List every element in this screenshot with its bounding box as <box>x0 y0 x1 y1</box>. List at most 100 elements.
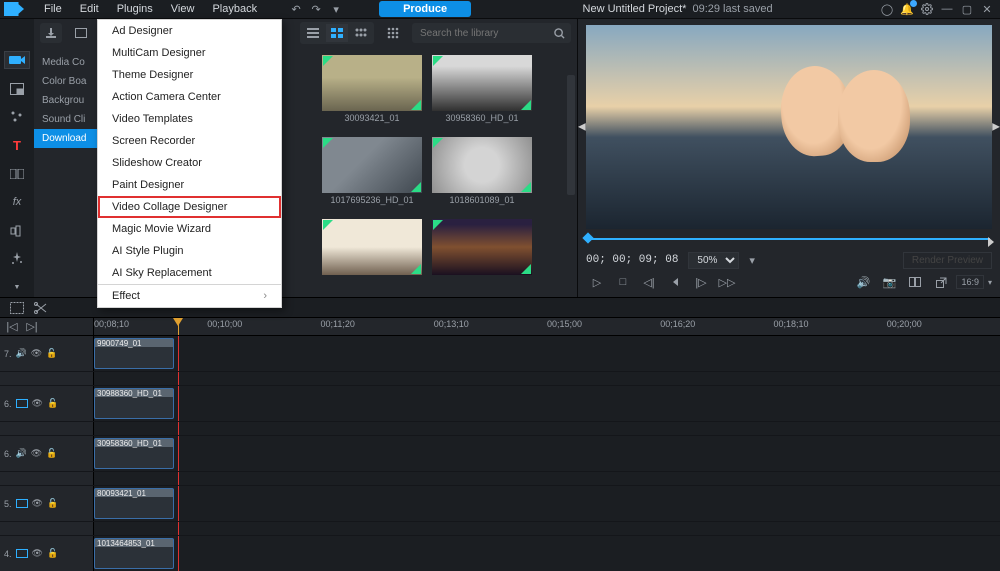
room-media-icon[interactable] <box>4 51 30 69</box>
timeline-go-end-icon[interactable]: ▷| <box>24 320 40 334</box>
render-preview-button[interactable]: Render Preview <box>903 252 992 269</box>
dropdown-icon[interactable]: ▾ <box>327 1 345 17</box>
notification-icon[interactable]: 🔔 <box>898 1 916 17</box>
room-transition-icon[interactable] <box>4 165 30 183</box>
produce-button[interactable]: Produce <box>379 1 471 17</box>
lock-icon[interactable]: 🔓 <box>47 548 58 559</box>
menu-plugins[interactable]: Plugins <box>109 0 161 18</box>
preview-prev-icon[interactable]: ◀ <box>578 122 586 133</box>
plugins-menu-item[interactable]: Video Templates <box>98 108 281 130</box>
lock-icon[interactable]: 🔓 <box>46 348 57 359</box>
search-input[interactable] <box>418 27 554 40</box>
filter-button[interactable] <box>382 23 404 43</box>
visibility-icon[interactable]: 👁 <box>32 398 43 409</box>
room-pip-icon[interactable] <box>4 79 30 97</box>
settings-icon[interactable] <box>918 1 936 17</box>
media-thumbnail[interactable] <box>432 219 532 277</box>
track-lane[interactable]: 30988360_HD_01 <box>94 386 1000 421</box>
track-header[interactable]: 4.👁🔓 <box>0 536 94 571</box>
room-audio-icon[interactable] <box>4 222 30 240</box>
plugins-menu-item[interactable]: Action Camera Center <box>98 86 281 108</box>
room-voice-icon[interactable] <box>4 250 30 268</box>
timeline-clip[interactable]: 80093421_01 <box>94 488 174 519</box>
menu-view[interactable]: View <box>163 0 203 18</box>
preview-next-icon[interactable]: ▶ <box>992 122 1000 133</box>
aspect-ratio-display[interactable]: 16:9 <box>956 275 984 289</box>
media-thumbnail[interactable]: 30093421_01 <box>322 55 422 123</box>
media-thumbnail[interactable]: 30958360_HD_01 <box>432 55 532 123</box>
media-thumbnail[interactable]: 1018601089_01 <box>432 137 532 205</box>
track-header[interactable]: 7.🔊👁🔓 <box>0 336 94 371</box>
track-lane[interactable]: 1013464853_01 <box>94 536 1000 571</box>
track-header[interactable]: 6.🔊👁🔓 <box>0 436 94 471</box>
room-more-icon[interactable]: ▼ <box>4 279 30 297</box>
media-thumbnail[interactable]: 1017695236_HD_01 <box>322 137 422 205</box>
plugins-menu-item[interactable]: Ad Designer <box>98 20 281 42</box>
plugins-menu-item[interactable]: AI Sky Replacement <box>98 262 281 284</box>
view-list-icon[interactable] <box>302 24 324 42</box>
tool-cut-icon[interactable] <box>34 302 48 314</box>
timeline-clip[interactable]: 9900749_01 <box>94 338 174 369</box>
visibility-icon[interactable]: 👁 <box>31 348 42 359</box>
prev-frame-button[interactable]: ◁| <box>638 273 660 291</box>
room-title-icon[interactable]: T <box>4 136 30 154</box>
stop-button[interactable]: □ <box>612 273 634 291</box>
plugins-menu-item[interactable]: Effect› <box>98 284 281 307</box>
plugins-menu-item[interactable]: Paint Designer <box>98 174 281 196</box>
plugins-menu-item[interactable]: AI Style Plugin <box>98 240 281 262</box>
view-detail-icon[interactable] <box>350 24 372 42</box>
menu-file[interactable]: File <box>36 0 70 18</box>
visibility-icon[interactable]: 👁 <box>32 498 43 509</box>
plugins-menu-item[interactable]: Screen Recorder <box>98 130 281 152</box>
plugins-menu-item[interactable]: MultiCam Designer <box>98 42 281 64</box>
account-icon[interactable]: ◯ <box>878 1 896 17</box>
room-particle-icon[interactable] <box>4 108 30 126</box>
preview-viewport[interactable]: ◀ ▶ <box>586 25 992 229</box>
snapshot-icon[interactable]: 📷 <box>878 273 900 291</box>
plugins-menu-item[interactable]: Slideshow Creator <box>98 152 281 174</box>
redo-icon[interactable]: ↷ <box>307 1 325 17</box>
zoom-select[interactable]: 50% <box>688 252 739 269</box>
import-button[interactable] <box>40 23 62 43</box>
fast-fwd-button[interactable]: ▷▷ <box>716 273 738 291</box>
timeline-clip[interactable]: 30958360_HD_01 <box>94 438 174 469</box>
step-back-button[interactable] <box>664 273 686 291</box>
track-lane[interactable]: 9900749_01 <box>94 336 1000 371</box>
preview-scrubber[interactable] <box>588 233 990 245</box>
next-frame-button[interactable]: |▷ <box>690 273 712 291</box>
visibility-icon[interactable]: 👁 <box>32 548 43 559</box>
plugins-menu-item[interactable]: Magic Movie Wizard <box>98 218 281 240</box>
play-button[interactable]: ▷ <box>586 273 608 291</box>
timeline-go-start-icon[interactable]: |◁ <box>4 320 20 334</box>
plugins-menu-item[interactable]: Theme Designer <box>98 64 281 86</box>
plugins-menu-item[interactable]: Video Collage Designer <box>98 196 281 218</box>
visibility-icon[interactable]: 👁 <box>31 448 42 459</box>
lock-icon[interactable]: 🔓 <box>47 498 58 509</box>
lock-icon[interactable]: 🔓 <box>47 398 58 409</box>
minimize-icon[interactable]: — <box>938 1 956 17</box>
popout-icon[interactable] <box>930 273 952 291</box>
lock-icon[interactable]: 🔓 <box>46 448 57 459</box>
undo-icon[interactable]: ↶ <box>287 1 305 17</box>
timeline-clip[interactable]: 30988360_HD_01 <box>94 388 174 419</box>
track-lane[interactable]: 30958360_HD_01 <box>94 436 1000 471</box>
close-icon[interactable]: ✕ <box>978 1 996 17</box>
dual-preview-icon[interactable] <box>904 273 926 291</box>
library-scrollbar[interactable] <box>566 75 576 295</box>
menu-edit[interactable]: Edit <box>72 0 107 18</box>
maximize-icon[interactable]: ▢ <box>958 1 976 17</box>
room-fx-icon[interactable]: fx <box>4 193 30 211</box>
media-thumbnail[interactable] <box>322 219 422 277</box>
track-lane[interactable]: 80093421_01 <box>94 486 1000 521</box>
track-header[interactable]: 5.👁🔓 <box>0 486 94 521</box>
timeline-ruler[interactable]: 00;08;1000;10;0000;11;2000;13;1000;15;00… <box>94 318 1000 335</box>
aspect-dropdown-icon[interactable]: ▾ <box>988 278 992 287</box>
track-header[interactable]: 6.👁🔓 <box>0 386 94 421</box>
volume-icon[interactable]: 🔊 <box>852 273 874 291</box>
view-grid-icon[interactable] <box>326 24 348 42</box>
search-icon[interactable] <box>554 28 565 39</box>
zoom-dropdown-icon[interactable]: ▾ <box>749 254 755 267</box>
capture-button[interactable] <box>70 23 92 43</box>
timeline-clip[interactable]: 1013464853_01 <box>94 538 174 569</box>
menu-playback[interactable]: Playback <box>204 0 265 18</box>
